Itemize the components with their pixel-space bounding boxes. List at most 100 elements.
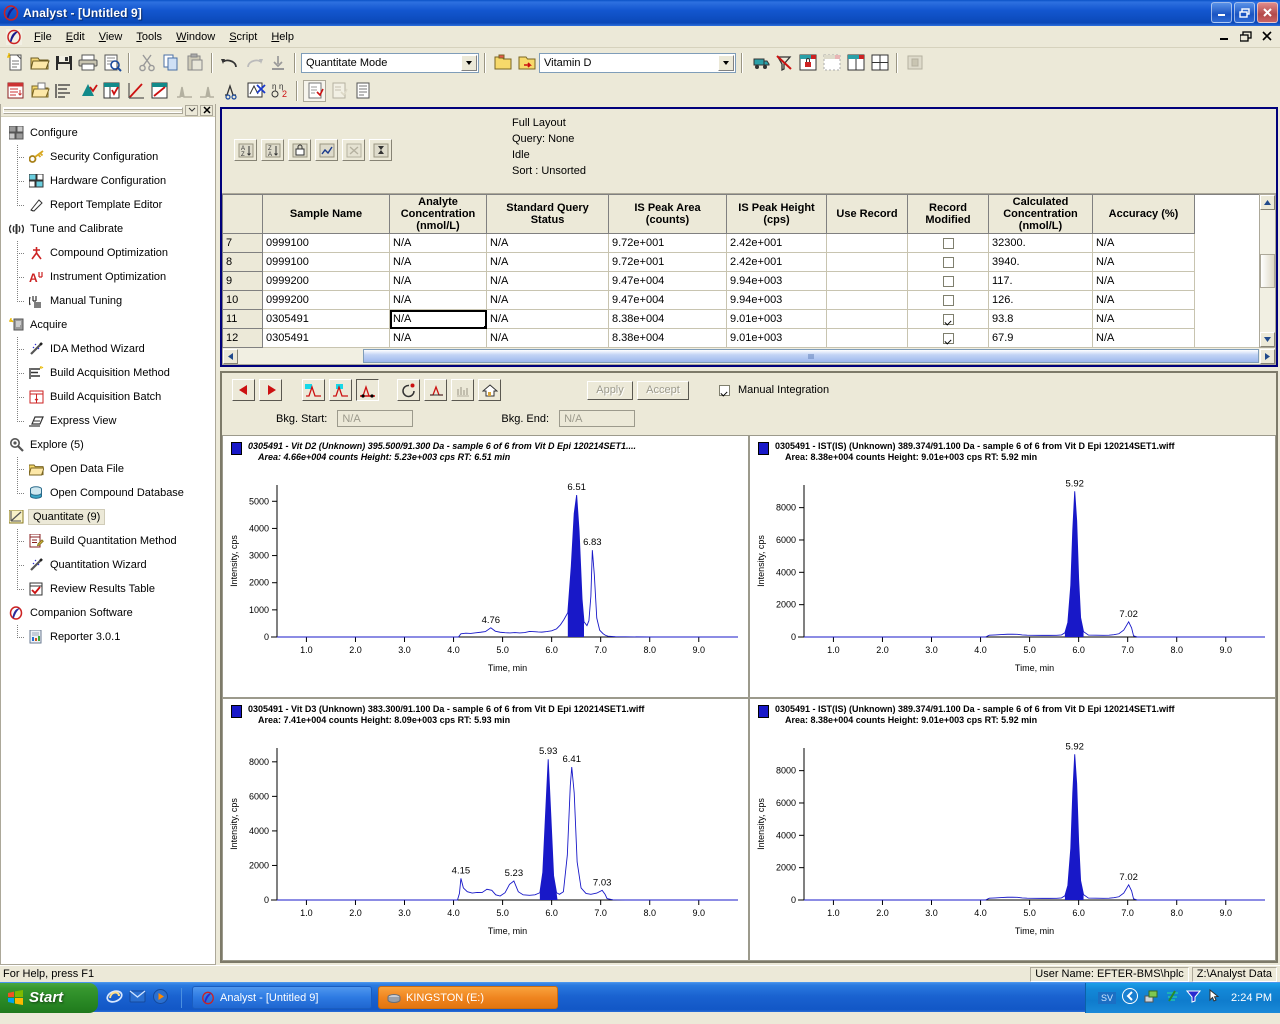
- cell-use-record[interactable]: [826, 328, 908, 348]
- cell-calc-conc[interactable]: 3940.: [988, 252, 1093, 272]
- sidebar-item-review-results-table[interactable]: Review Results Table: [1, 577, 215, 601]
- sidebar-item-open-compound-database[interactable]: Open Compound Database: [1, 481, 215, 505]
- internet-explorer-icon[interactable]: [106, 988, 123, 1008]
- report-icon[interactable]: [303, 79, 326, 102]
- new-document-icon[interactable]: [4, 52, 27, 74]
- cell-is-peak-height[interactable]: 9.94e+003: [726, 271, 827, 291]
- copy-icon[interactable]: [159, 52, 182, 74]
- column-header-accuracy-[interactable]: Accuracy (%): [1092, 194, 1195, 234]
- grip-lines[interactable]: [3, 106, 183, 114]
- project-combo[interactable]: Vitamin D: [539, 52, 736, 73]
- cell-is-peak-area[interactable]: 9.72e+001: [608, 233, 727, 253]
- menu-help[interactable]: Help: [264, 29, 301, 45]
- row-index-cell[interactable]: 10: [222, 290, 263, 310]
- checkbox-icon[interactable]: [942, 294, 954, 306]
- cell-analyte-conc[interactable]: N/A: [389, 328, 487, 348]
- cell-std-query-status[interactable]: N/A: [486, 233, 609, 253]
- sort-ascending-icon[interactable]: AZ: [234, 139, 257, 161]
- sidebar-item-quantitation-wizard[interactable]: Quantitation Wizard: [1, 553, 215, 577]
- column-header-analyte[interactable]: Analyte Concentration (nmol/L): [389, 194, 487, 234]
- table-row[interactable]: 9 0999200 N/A N/A 9.47e+004 9.94e+003 117. N/A: [222, 271, 1195, 291]
- tile-empty-icon[interactable]: [820, 52, 843, 74]
- chromatogram-panel-top-left[interactable]: 0305491 - Vit D2 (Unknown) 395.500/91.30…: [222, 435, 749, 698]
- taskbar-clock[interactable]: 2:24 PM: [1231, 992, 1272, 1004]
- sidebar-item-open-data-file[interactable]: Open Data File: [1, 457, 215, 481]
- column-header-record[interactable]: Record Modified: [907, 194, 989, 234]
- sidebar-item-express-view[interactable]: Express View: [1, 409, 215, 433]
- cell-calc-conc[interactable]: 126.: [988, 290, 1093, 310]
- taskbar-item-kingston[interactable]: KINGSTON (E:): [378, 986, 558, 1009]
- results-table-icon[interactable]: [4, 80, 27, 102]
- scrollbar-thumb[interactable]: [1260, 254, 1275, 288]
- sidebar-item-explore-5[interactable]: Explore (5): [1, 433, 215, 457]
- integrate-icon[interactable]: [220, 80, 243, 102]
- cell-is-peak-height[interactable]: 2.42e+001: [726, 252, 827, 272]
- checkbox-icon[interactable]: [942, 332, 954, 344]
- sidebar-item-build-quantitation-method[interactable]: Build Quantitation Method: [1, 529, 215, 553]
- project-switch-icon[interactable]: [515, 52, 538, 74]
- sidebar-item-instrument-optimization[interactable]: A Instrument Optimization: [1, 265, 215, 289]
- sidebar-item-acquire[interactable]: Acquire: [1, 313, 215, 337]
- cell-accuracy[interactable]: N/A: [1092, 309, 1195, 329]
- results-vertical-scrollbar[interactable]: [1259, 194, 1276, 348]
- cell-analyte-conc[interactable]: N/A: [389, 252, 487, 272]
- taskbar-item-analyst[interactable]: Analyst - [Untitled 9]: [192, 986, 372, 1009]
- chevron-down-icon[interactable]: [461, 54, 477, 71]
- bkg-end-input[interactable]: N/A: [559, 410, 636, 427]
- menu-view[interactable]: View: [92, 29, 130, 45]
- column-header-is-peak-area[interactable]: IS Peak Area (counts): [608, 194, 727, 234]
- sidebar-item-report-template-editor[interactable]: Report Template Editor: [1, 193, 215, 217]
- quant-method-icon[interactable]: [148, 80, 171, 102]
- cell-sample-name[interactable]: 0999200: [262, 271, 390, 291]
- column-header-is-peak-height[interactable]: IS Peak Height (cps): [726, 194, 827, 234]
- menu-window[interactable]: Window: [169, 29, 222, 45]
- results-horizontal-scrollbar[interactable]: [222, 348, 1276, 365]
- record-modified-checkbox[interactable]: [907, 328, 989, 348]
- sidebar-item-manual-tuning[interactable]: Manual Tuning: [1, 289, 215, 313]
- open-results-icon[interactable]: [28, 80, 51, 102]
- chart-plot-area[interactable]: 0 2000 4000 6000 8000 1.0 2.0 3.0 4.0 5.0 6.0 7.0 8.…: [750, 726, 1275, 941]
- chevron-down-icon[interactable]: [185, 104, 198, 116]
- save-icon[interactable]: [52, 52, 75, 74]
- cell-accuracy[interactable]: N/A: [1092, 328, 1195, 348]
- download-icon[interactable]: [266, 52, 289, 74]
- window-restore-button[interactable]: [1234, 2, 1255, 23]
- hourglass-icon[interactable]: [369, 139, 392, 161]
- chromatogram-panel-bottom-right[interactable]: 0305491 - IST(IS) (Unknown) 389.374/91.1…: [749, 698, 1276, 961]
- print-layout-icon[interactable]: [903, 52, 926, 74]
- cell-sample-name[interactable]: 0999100: [262, 233, 390, 253]
- tile-grid-icon[interactable]: [868, 52, 891, 74]
- cell-use-record[interactable]: [826, 309, 908, 329]
- chart-plot-area[interactable]: 0 2000 4000 6000 8000 1.0 2.0 3.0 4.0 5.0 6.0 7.0 8.…: [750, 463, 1275, 678]
- cell-use-record[interactable]: [826, 290, 908, 310]
- column-header-calculated[interactable]: Calculated Concentration (nmol/L): [988, 194, 1093, 234]
- cell-is-peak-height[interactable]: 9.01e+003: [726, 328, 827, 348]
- media-player-icon[interactable]: [152, 988, 169, 1008]
- document-icon[interactable]: [351, 80, 374, 102]
- cell-use-record[interactable]: [826, 271, 908, 291]
- outlook-express-icon[interactable]: [129, 988, 146, 1008]
- table-row[interactable]: 8 0999100 N/A N/A 9.72e+001 2.42e+001 3940. N/A: [222, 252, 1195, 272]
- paste-icon[interactable]: [183, 52, 206, 74]
- mode-combo[interactable]: Quantitate Mode: [301, 52, 479, 73]
- sidebar-item-build-acquisition-method[interactable]: Build Acquisition Method: [1, 361, 215, 385]
- print-icon[interactable]: [76, 52, 99, 74]
- record-modified-checkbox[interactable]: [907, 309, 989, 329]
- sidebar-item-tune-and-calibrate[interactable]: Tune and Calibrate: [1, 217, 215, 241]
- chart-plot-area[interactable]: 0 1000 2000 3000 4000 5000 1.0 2.0 3.0 4.0 5.0 6.0 7…: [223, 463, 748, 678]
- table-row[interactable]: 12 0305491 N/A N/A 8.38e+004 9.01e+003 67.9 N/A: [222, 328, 1195, 348]
- cell-analyte-conc[interactable]: N/A: [389, 271, 487, 291]
- previous-peak-button[interactable]: [232, 379, 255, 401]
- apply-button[interactable]: Apply: [587, 380, 633, 400]
- open-folder-icon[interactable]: [28, 52, 51, 74]
- manual-integration-checkbox[interactable]: [719, 384, 730, 396]
- cut-icon[interactable]: [135, 52, 158, 74]
- scroll-up-icon[interactable]: [1260, 195, 1275, 210]
- next-peak-button[interactable]: [259, 379, 282, 401]
- sidebar-item-companion-software[interactable]: Companion Software: [1, 601, 215, 625]
- table-row[interactable]: 10 0999200 N/A N/A 9.47e+004 9.94e+003 126. N/A: [222, 290, 1195, 310]
- network-icon[interactable]: [1144, 989, 1159, 1006]
- menu-edit[interactable]: Edit: [59, 29, 92, 45]
- row-index-cell[interactable]: 12: [222, 328, 263, 348]
- mdi-close-button[interactable]: [1257, 27, 1276, 45]
